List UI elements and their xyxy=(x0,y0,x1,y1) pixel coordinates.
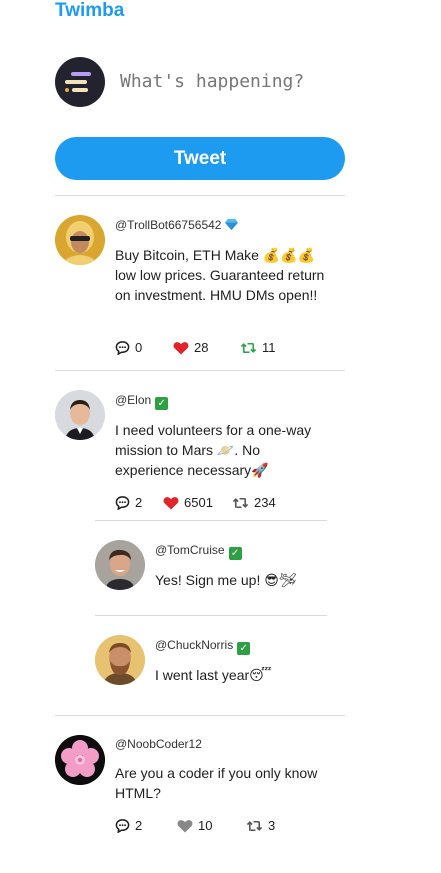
reply-handle[interactable]: @ChuckNorris ✓ xyxy=(155,638,251,655)
tweet-text: Buy Bitcoin, ETH Make 💰💰💰 low low prices… xyxy=(115,247,325,303)
heart-icon xyxy=(177,819,193,832)
comment-icon xyxy=(115,496,130,510)
heart-icon xyxy=(163,496,179,509)
tweet-handle[interactable]: @Elon ✓ xyxy=(115,393,169,410)
reply-text: Yes! Sign me up! 😎🛩 xyxy=(155,572,297,588)
like-count[interactable]: 28 xyxy=(173,340,208,355)
tweet-handle[interactable]: @NoobCoder12 xyxy=(115,737,202,751)
reply-handle[interactable]: @TomCruise ✓ xyxy=(155,543,242,560)
tweet-avatar xyxy=(55,735,105,785)
tweet-text: I need volunteers for a one-way mission … xyxy=(115,422,312,478)
reply-avatar xyxy=(95,540,145,590)
divider xyxy=(95,615,327,616)
retweet-icon xyxy=(240,342,257,353)
like-count[interactable]: 6501 xyxy=(163,495,213,510)
reply-avatar xyxy=(95,635,145,685)
verified-icon: ✓ xyxy=(237,642,251,655)
retweet-count[interactable]: 11 xyxy=(240,340,276,355)
reply-count[interactable]: 2 xyxy=(115,495,142,510)
app-title: Twimba xyxy=(55,0,125,21)
comment-icon xyxy=(115,341,130,355)
tweet-handle[interactable]: @TrollBot66756542 xyxy=(115,218,239,232)
user-avatar xyxy=(55,57,105,107)
gem-icon xyxy=(225,218,239,231)
reply-count[interactable]: 2 xyxy=(115,818,142,833)
divider xyxy=(55,715,345,716)
compose-input[interactable] xyxy=(120,62,345,100)
tweet-button[interactable]: Tweet xyxy=(55,137,345,180)
verified-icon: ✓ xyxy=(155,397,169,410)
comment-icon xyxy=(115,819,130,833)
divider xyxy=(55,370,345,371)
tweet-text: Are you a coder if you only know HTML? xyxy=(115,765,318,801)
tweet-avatar xyxy=(55,390,105,440)
retweet-count[interactable]: 234 xyxy=(232,495,276,510)
tweet-avatar xyxy=(55,215,105,265)
retweet-icon xyxy=(246,820,263,831)
retweet-count[interactable]: 3 xyxy=(246,818,275,833)
divider xyxy=(95,520,327,521)
reply-count[interactable]: 0 xyxy=(115,340,142,355)
reply-text: I went last year😴 xyxy=(155,667,272,683)
heart-icon xyxy=(173,341,189,354)
like-count[interactable]: 10 xyxy=(177,818,212,833)
retweet-icon xyxy=(232,497,249,508)
divider xyxy=(55,195,345,196)
verified-icon: ✓ xyxy=(228,547,242,560)
